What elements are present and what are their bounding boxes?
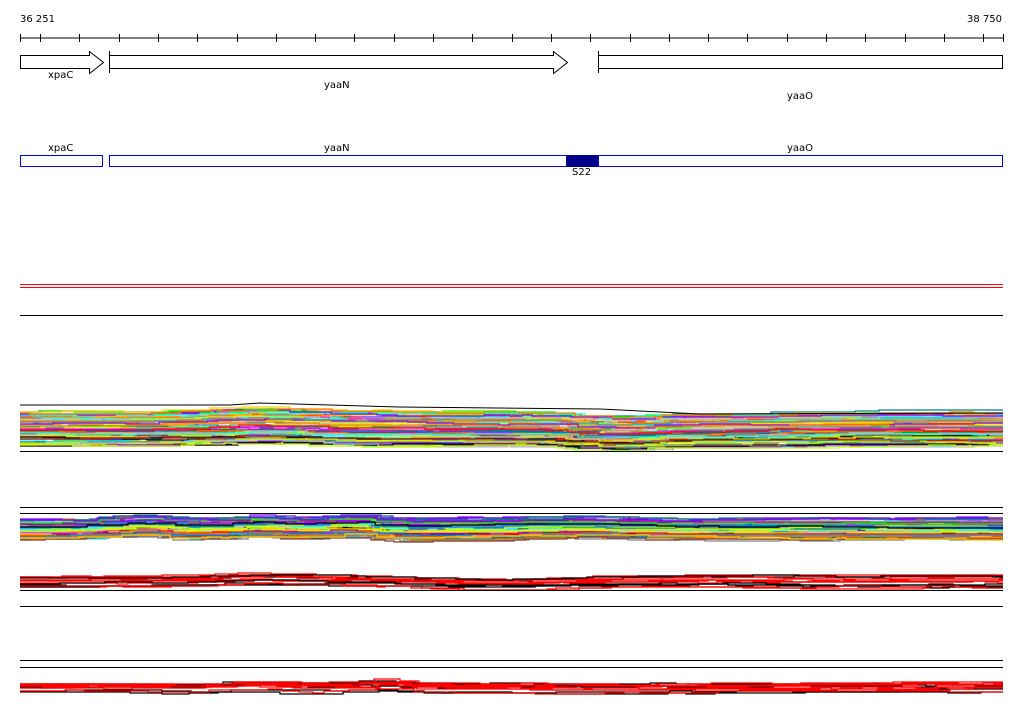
feature-yaaO[interactable] xyxy=(598,155,1003,167)
genome-browser-canvas xyxy=(20,34,1004,695)
feature-track xyxy=(20,155,1003,167)
gene-label-yaaN: yaaN xyxy=(324,80,350,91)
signal-tracks xyxy=(20,284,1004,695)
feature-label-yaaO: yaaO xyxy=(787,143,814,154)
feature-S22[interactable] xyxy=(566,155,598,167)
feature-label-yaaN: yaaN xyxy=(324,143,350,154)
gene-track xyxy=(20,50,1003,75)
feature-label-xpaC: xpaC xyxy=(48,143,74,154)
feature-xpaC[interactable] xyxy=(20,155,103,167)
gene-box-yaaO[interactable] xyxy=(598,55,1003,69)
gene-label-yaaO: yaaO xyxy=(787,91,814,102)
gene-label-xpaC: xpaC xyxy=(48,70,74,81)
ruler-axis xyxy=(20,34,1004,42)
feature-yaaN[interactable] xyxy=(109,155,599,167)
gene-arrow-yaaN[interactable] xyxy=(109,50,569,75)
feature-label-S22: S22 xyxy=(572,167,592,178)
